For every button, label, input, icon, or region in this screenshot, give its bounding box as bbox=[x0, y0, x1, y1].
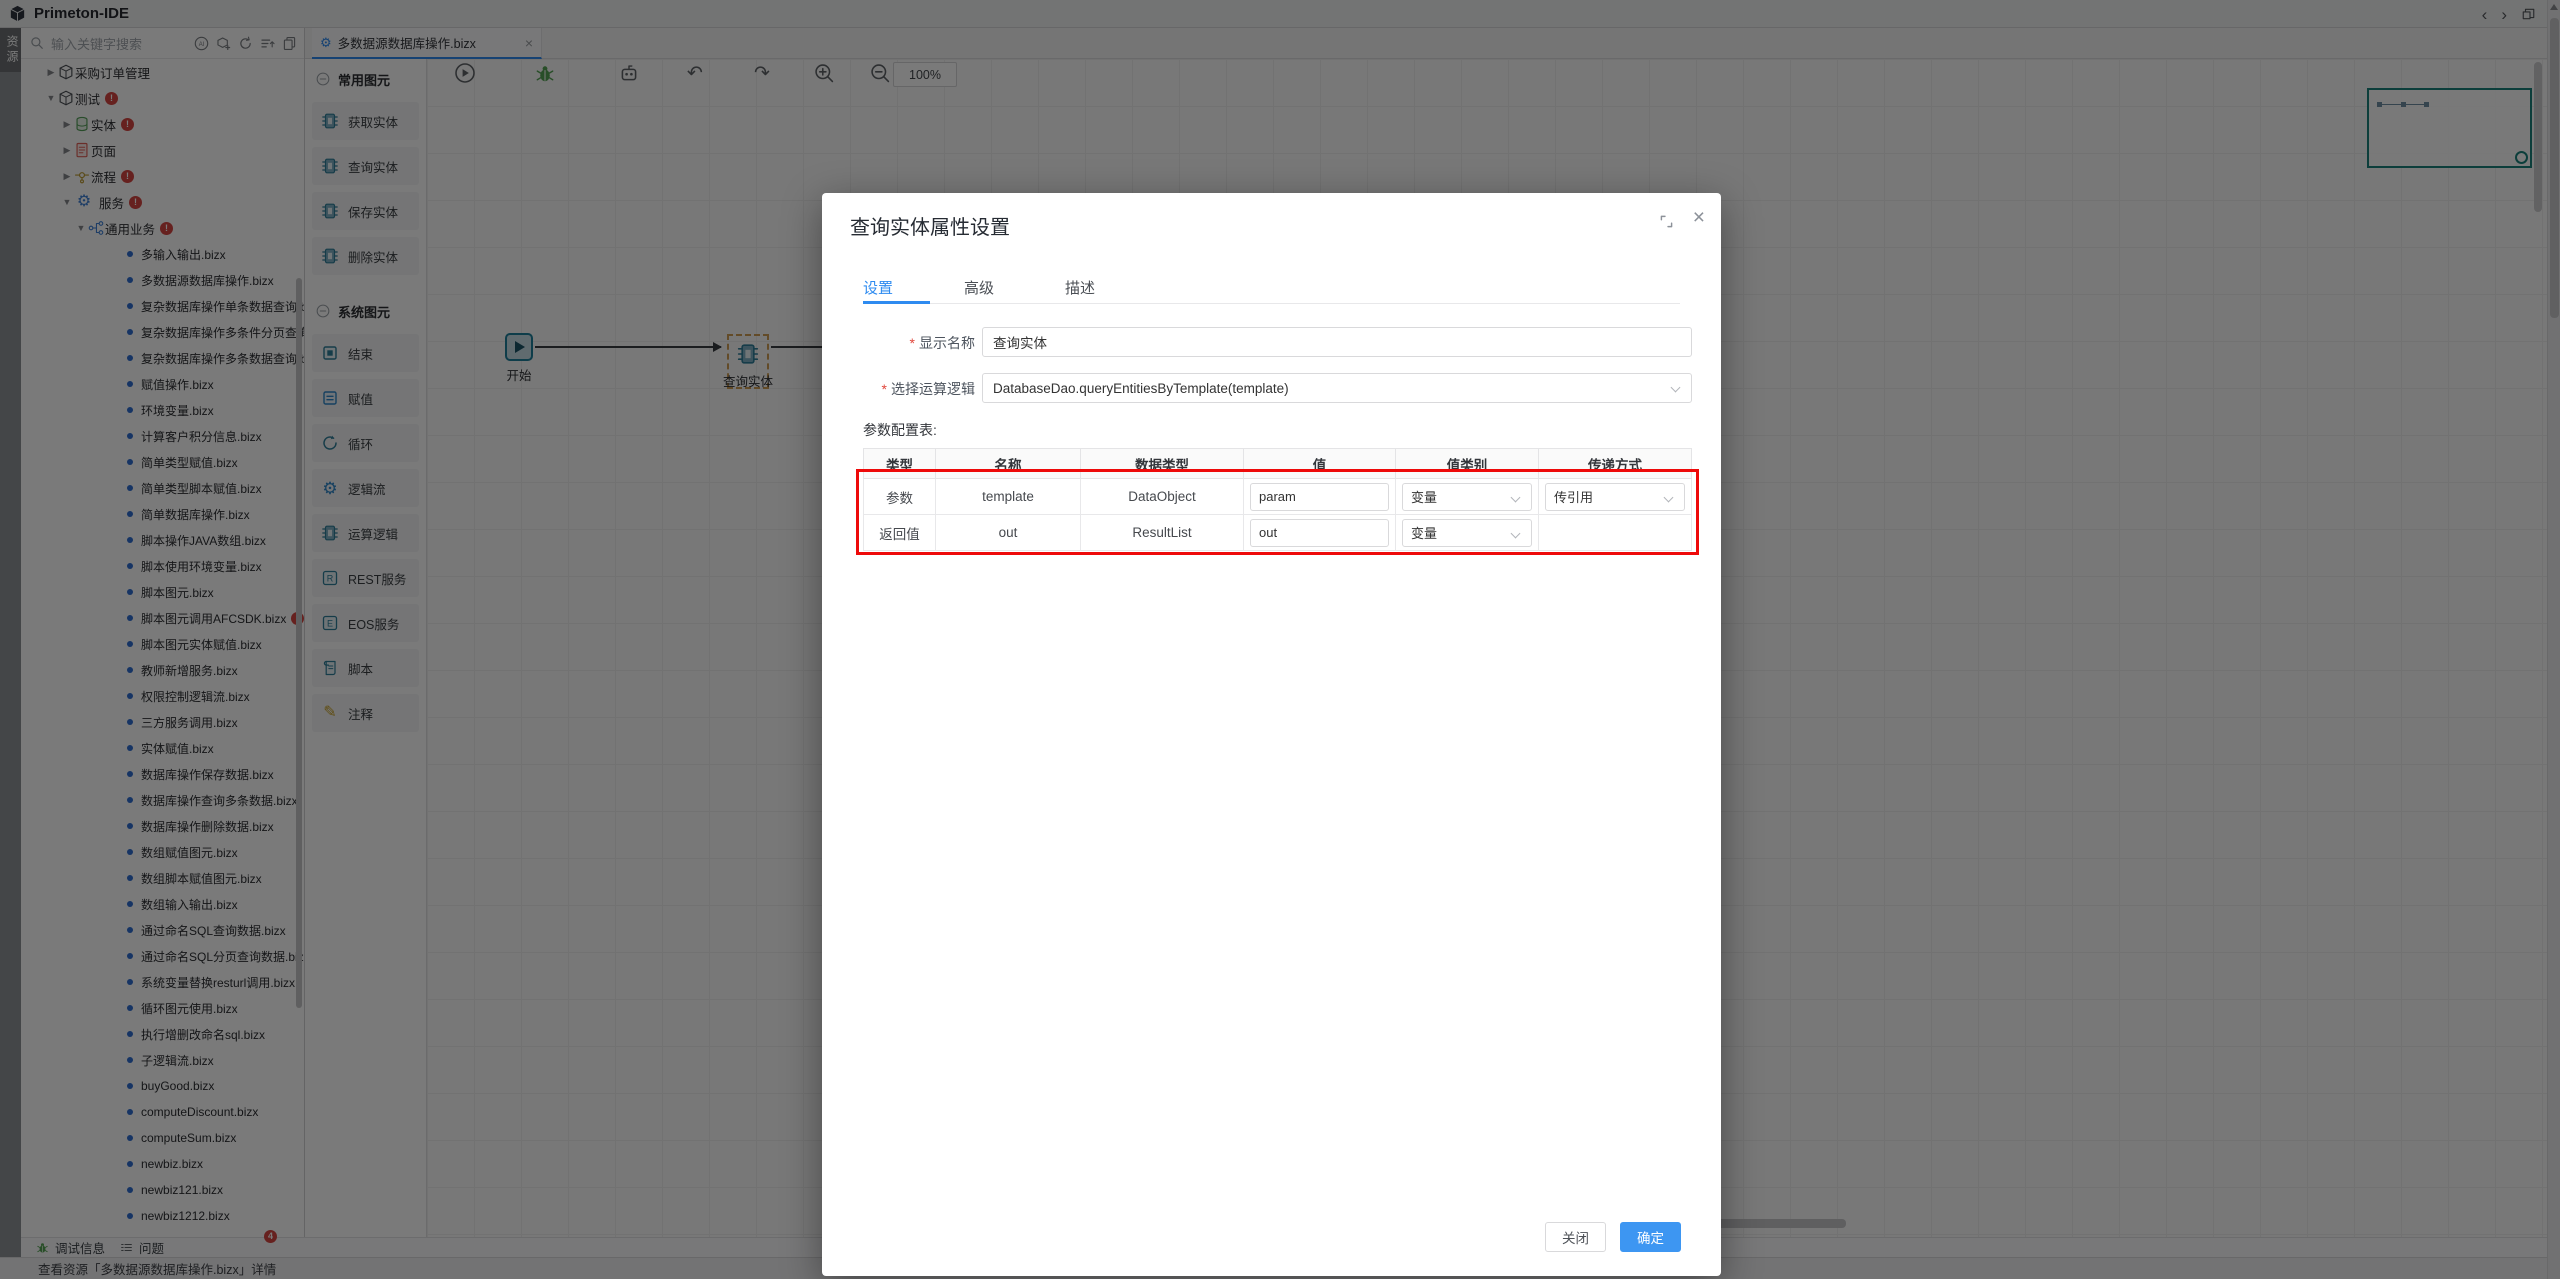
required-asterisk: * bbox=[909, 335, 915, 351]
field-display-name-row: * 显示名称 bbox=[822, 327, 1721, 357]
dialog-tab-高级[interactable]: 高级 bbox=[964, 277, 994, 302]
required-asterisk: * bbox=[881, 381, 887, 397]
dialog-tab-设置[interactable]: 设置 bbox=[863, 277, 893, 302]
dialog-title: 查询实体属性设置 bbox=[850, 217, 1010, 239]
field-logic-row: * 选择运算逻辑 DatabaseDao.queryEntitiesByTempl… bbox=[822, 373, 1721, 403]
close-button[interactable]: 关闭 bbox=[1545, 1222, 1606, 1252]
logic-select-value: DatabaseDao.queryEntitiesByTemplate(temp… bbox=[993, 380, 1289, 396]
dialog-expand-icon[interactable] bbox=[1658, 213, 1675, 230]
tabs-divider bbox=[863, 303, 1680, 304]
dialog-close-icon[interactable]: × bbox=[1693, 207, 1705, 228]
chevron-down-icon bbox=[1670, 382, 1681, 393]
display-name-label: * 显示名称 bbox=[909, 335, 975, 351]
ok-button[interactable]: 确定 bbox=[1620, 1222, 1681, 1252]
red-highlight-annotation bbox=[856, 469, 1699, 555]
logic-label: * 选择运算逻辑 bbox=[881, 381, 975, 397]
dialog-footer: 关闭 确定 bbox=[1545, 1222, 1681, 1252]
active-tab-underline bbox=[863, 301, 930, 304]
dialog-tabs: 设置 高级 描述 bbox=[863, 277, 1095, 302]
param-table-label: 参数配置表: bbox=[863, 422, 937, 438]
logic-select[interactable]: DatabaseDao.queryEntitiesByTemplate(temp… bbox=[982, 373, 1692, 403]
dialog-tab-描述[interactable]: 描述 bbox=[1065, 277, 1095, 302]
query-entity-properties-dialog: 查询实体属性设置 × 设置 高级 描述 *显示名称 *选择运算逻辑 Database… bbox=[822, 193, 1721, 1276]
display-name-input[interactable] bbox=[982, 327, 1692, 357]
